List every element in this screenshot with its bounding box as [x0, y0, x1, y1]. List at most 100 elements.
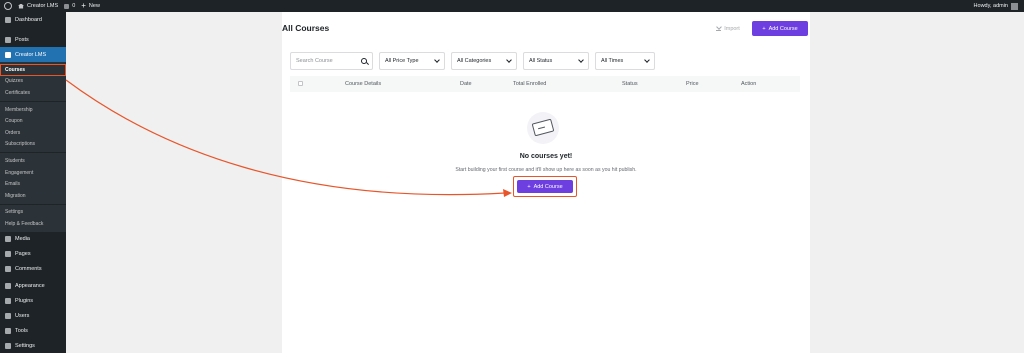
search-icon[interactable] — [361, 58, 367, 64]
menu-plugins[interactable]: Plugins — [0, 294, 66, 309]
plus-icon: + — [762, 25, 766, 32]
wrench-icon — [5, 328, 11, 335]
menu-label: Plugins — [15, 298, 34, 305]
menu-posts[interactable]: Posts — [0, 32, 66, 47]
select-value: All Categories — [457, 58, 492, 64]
menu-label: Appearance — [15, 283, 45, 290]
users-icon — [5, 313, 11, 320]
menu-label: Settings — [15, 343, 35, 350]
menu-comments[interactable]: Comments — [0, 262, 66, 277]
menu-tools[interactable]: Tools — [0, 324, 66, 339]
chevron-down-icon — [578, 57, 584, 63]
download-icon — [716, 26, 722, 31]
new-content-link[interactable]: + New — [81, 2, 100, 10]
chevron-down-icon — [506, 57, 512, 63]
new-label: New — [88, 3, 100, 9]
submenu-emails[interactable]: Emails — [0, 178, 66, 190]
search-placeholder: Search Course — [296, 58, 333, 64]
site-name: Creator LMS — [27, 3, 59, 9]
empty-add-course-button[interactable]: + Add Course — [517, 180, 573, 193]
empty-state-illustration — [527, 112, 559, 144]
menu-label: Dashboard — [15, 16, 42, 23]
divider — [0, 100, 66, 102]
table-header: Course Details Date Total Enrolled Statu… — [290, 76, 800, 92]
settings-icon — [5, 343, 11, 350]
menu-creator-lms[interactable]: Creator LMS — [0, 47, 66, 62]
select-value: All Times — [601, 58, 624, 64]
empty-state-title: No courses yet! — [519, 153, 573, 160]
admin-sidebar: Dashboard Posts Creator LMS Courses Quiz… — [0, 12, 66, 353]
empty-state-description: Start building your first course and it'… — [455, 167, 637, 173]
pages-icon — [5, 251, 11, 258]
comments-icon — [5, 266, 11, 273]
filter-bar: Search Course All Price Type All Categor… — [290, 52, 655, 70]
account-menu[interactable]: Howdy, admin — [974, 0, 1018, 12]
pin-icon — [5, 36, 11, 43]
divider — [0, 152, 66, 154]
media-icon — [5, 236, 11, 243]
column-header: Total Enrolled — [513, 81, 547, 87]
submenu-settings[interactable]: Settings — [0, 207, 66, 219]
add-course-button[interactable]: + Add Course — [752, 21, 808, 36]
menu-appearance[interactable]: Appearance — [0, 279, 66, 294]
categories-select[interactable]: All Categories — [451, 52, 517, 70]
submenu-courses[interactable]: Courses — [0, 64, 66, 76]
add-course-label: Add Course — [768, 25, 798, 32]
times-select[interactable]: All Times — [595, 52, 655, 70]
menu-dashboard[interactable]: Dashboard — [0, 12, 66, 27]
submenu-help-feedback[interactable]: Help & Feedback — [0, 218, 66, 230]
submenu-quizzes[interactable]: Quizzes — [0, 76, 66, 88]
import-label: Import — [724, 25, 740, 32]
add-course-label: Add Course — [533, 183, 563, 190]
price-type-select[interactable]: All Price Type — [379, 52, 445, 70]
column-header: Course Details — [345, 81, 382, 87]
dashboard-icon — [5, 16, 11, 23]
menu-users[interactable]: Users — [0, 309, 66, 324]
search-input[interactable]: Search Course — [290, 52, 373, 70]
site-name-link[interactable]: Creator LMS — [18, 3, 58, 9]
wordpress-logo-icon[interactable] — [4, 2, 12, 10]
graduation-icon — [5, 51, 11, 58]
plus-icon: + — [527, 183, 531, 190]
menu-label: Media — [15, 236, 30, 243]
select-value: All Status — [529, 58, 553, 64]
avatar — [1011, 2, 1018, 10]
plugin-icon — [5, 298, 11, 305]
submenu-engagement[interactable]: Engagement — [0, 167, 66, 179]
highlight-box: + Add Course — [513, 176, 577, 197]
menu-label: Users — [15, 313, 30, 320]
menu-label: Creator LMS — [15, 51, 47, 58]
column-header: Date — [460, 81, 472, 87]
comments-count: 0 — [72, 3, 76, 9]
submenu-orders[interactable]: Orders — [0, 127, 66, 139]
howdy-text: Howdy, admin — [973, 3, 1008, 9]
column-header: Price — [686, 81, 699, 87]
chevron-down-icon — [644, 57, 650, 63]
menu-settings[interactable]: Settings — [0, 339, 66, 353]
menu-pages[interactable]: Pages — [0, 247, 66, 262]
admin-bar: Creator LMS 0 + New Howdy, admin — [0, 0, 1024, 12]
menu-media[interactable]: Media — [0, 232, 66, 247]
submenu-membership[interactable]: Membership — [0, 104, 66, 116]
menu-label: Pages — [15, 251, 31, 258]
home-icon — [18, 3, 24, 9]
status-select[interactable]: All Status — [523, 52, 589, 70]
select-all-checkbox[interactable] — [298, 81, 303, 86]
submenu-migration[interactable]: Migration — [0, 190, 66, 202]
chevron-down-icon — [434, 57, 440, 63]
submenu-subscriptions[interactable]: Subscriptions — [0, 139, 66, 151]
column-header: Action — [741, 81, 757, 87]
plus-icon: + — [81, 1, 86, 10]
comment-bubble-icon — [64, 3, 70, 9]
select-value: All Price Type — [385, 58, 419, 64]
submenu-certificates[interactable]: Certificates — [0, 87, 66, 99]
submenu-coupon[interactable]: Coupon — [0, 115, 66, 127]
card-icon — [531, 118, 555, 137]
column-header: Status — [622, 81, 638, 87]
submenu-students[interactable]: Students — [0, 155, 66, 167]
menu-label: Comments — [15, 266, 42, 273]
menu-label: Posts — [15, 36, 29, 43]
menu-label: Tools — [15, 328, 28, 335]
comments-link[interactable]: 0 — [64, 3, 75, 9]
import-button[interactable]: Import — [710, 21, 746, 36]
